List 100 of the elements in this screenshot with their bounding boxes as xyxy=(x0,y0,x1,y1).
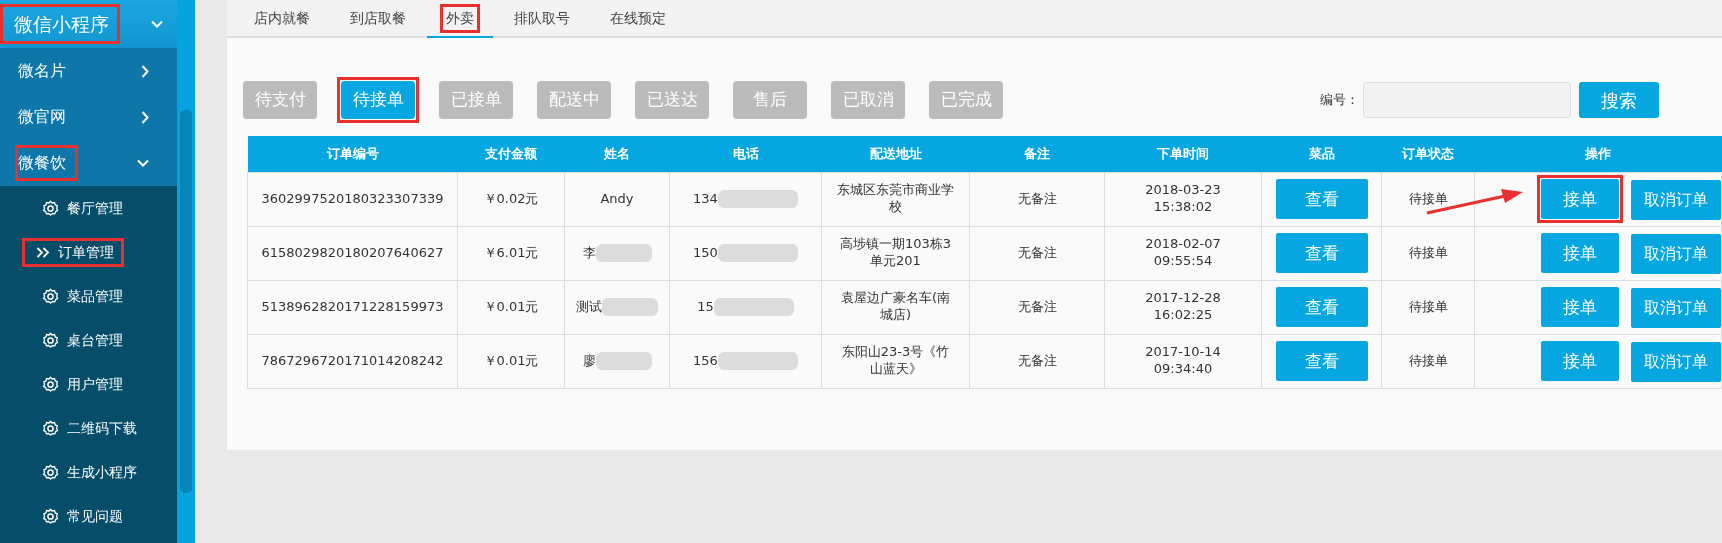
highlight-frame: 微信小程序 xyxy=(0,3,120,45)
status-filter-button[interactable]: 配送中 xyxy=(537,81,611,119)
table-cell: ￥0.02元 xyxy=(457,172,565,226)
table-cell: 东阳山23-3号《竹山蓝天》 xyxy=(821,334,970,388)
status-filter-button[interactable]: 待接单 xyxy=(341,81,415,119)
sidebar-item[interactable]: 微名片 xyxy=(0,48,178,94)
redaction-block xyxy=(602,298,658,316)
tab[interactable]: 排队取号 xyxy=(495,0,589,36)
double-chevron-icon xyxy=(36,246,50,258)
submenu-item[interactable]: 餐厅管理 xyxy=(0,186,178,230)
sidebar-item[interactable]: 微官网 xyxy=(0,94,178,140)
tab[interactable]: 在线预定 xyxy=(591,0,685,36)
submenu-item[interactable]: 二维码下载 xyxy=(0,406,178,450)
column-header: 支付金额 xyxy=(457,136,565,172)
table-cell: 李 xyxy=(582,244,596,260)
column-header: 菜品 xyxy=(1261,136,1382,172)
cancel-order-button[interactable]: 取消订单 xyxy=(1631,288,1721,329)
status-filter-button[interactable]: 售后 xyxy=(733,81,807,119)
column-header: 订单编号 xyxy=(247,136,458,172)
submenu-item[interactable]: 订单管理 xyxy=(0,230,178,274)
view-button[interactable]: 查看 xyxy=(1275,233,1368,273)
table-cell: 无备注 xyxy=(969,172,1105,226)
table-cell: 15 xyxy=(697,298,714,314)
table-cell: 150 xyxy=(693,244,718,260)
chevron-down-icon xyxy=(151,20,164,28)
cancel-order-button[interactable]: 取消订单 xyxy=(1631,342,1721,383)
view-button[interactable]: 查看 xyxy=(1275,179,1368,219)
table-cell: 待接单 xyxy=(1381,280,1475,334)
sidebar-item[interactable]: 微餐饮 xyxy=(0,140,178,186)
accept-order-button[interactable]: 接单 xyxy=(1541,233,1619,273)
accept-order-button[interactable]: 接单 xyxy=(1541,341,1619,381)
table-cell: 5138962820171228159973 xyxy=(247,280,458,334)
cancel-order-button[interactable]: 取消订单 xyxy=(1631,234,1721,275)
table-cell-text: 09:55:54 xyxy=(1152,253,1214,270)
status-filter-button[interactable]: 已完成 xyxy=(929,81,1003,119)
table-cell: ￥0.01元 xyxy=(457,280,565,334)
table-cell: ￥6.01元 xyxy=(457,226,565,280)
gear-icon xyxy=(42,507,59,525)
table-cell-text: 09:34:40 xyxy=(1152,361,1214,378)
column-header: 姓名 xyxy=(564,136,670,172)
table-cell: 袁屋边广豪名车(南城店) xyxy=(821,280,970,334)
table-cell: 6158029820180207640627 xyxy=(247,226,458,280)
table-cell: 3602997520180323307339 xyxy=(247,172,458,226)
redaction-block xyxy=(595,352,652,370)
column-header: 备注 xyxy=(969,136,1105,172)
table-cell: 待接单 xyxy=(1381,226,1475,280)
scrollbar-thumb[interactable] xyxy=(180,110,192,493)
column-header: 下单时间 xyxy=(1104,136,1262,172)
gear-icon xyxy=(42,463,59,481)
table-cell: 东城区东莞市商业学校 xyxy=(821,172,970,226)
column-header: 电话 xyxy=(669,136,822,172)
highlight-frame: 订单管理 xyxy=(22,237,124,267)
search-button[interactable]: 搜索 xyxy=(1579,82,1659,118)
status-filter-button[interactable]: 待支付 xyxy=(243,81,317,119)
chevron-right-icon xyxy=(141,64,150,78)
view-button[interactable]: 查看 xyxy=(1275,287,1368,327)
table-cell: 待接单 xyxy=(1381,172,1475,226)
table-cell-text: 15:38:02 xyxy=(1152,199,1214,216)
table-cell: 134 xyxy=(693,190,718,206)
tab[interactable]: 外卖 xyxy=(427,0,493,38)
column-header: 订单状态 xyxy=(1381,136,1475,172)
table-cell: 待接单 xyxy=(1381,334,1475,388)
redaction-block xyxy=(595,244,652,262)
table-cell: 7867296720171014208242 xyxy=(247,334,458,388)
gear-icon xyxy=(42,199,59,217)
search-field[interactable] xyxy=(1363,82,1571,118)
highlight-frame: 外卖 xyxy=(440,3,480,33)
submenu-item[interactable]: 菜品管理 xyxy=(0,274,178,318)
tab[interactable]: 到店取餐 xyxy=(331,0,425,36)
chevron-right-icon xyxy=(141,110,150,124)
status-filter-button[interactable]: 已取消 xyxy=(831,81,905,119)
table-cell-text: 2017-12-28 xyxy=(1144,290,1222,307)
submenu-item[interactable]: 生成小程序 xyxy=(0,450,178,494)
cancel-order-button[interactable]: 取消订单 xyxy=(1631,180,1721,221)
table-cell: 无备注 xyxy=(969,226,1105,280)
table-cell: 156 xyxy=(693,352,718,368)
table-cell: Andy xyxy=(600,190,634,206)
tab[interactable]: 店内就餐 xyxy=(235,0,329,36)
view-button[interactable]: 查看 xyxy=(1275,341,1368,381)
status-filter-button[interactable]: 已接单 xyxy=(439,81,513,119)
submenu-item[interactable]: 用户管理 xyxy=(0,362,178,406)
table-cell-text: 2018-03-23 xyxy=(1144,182,1222,199)
table-cell-text: 16:02:25 xyxy=(1152,307,1214,324)
accept-order-button[interactable]: 接单 xyxy=(1541,179,1619,219)
search-label: 编号： xyxy=(1320,91,1359,110)
table-cell-text: 2017-10-14 xyxy=(1144,344,1222,361)
status-filter-button[interactable]: 已送达 xyxy=(635,81,709,119)
submenu-item[interactable]: 桌台管理 xyxy=(0,318,178,362)
column-header: 操作 xyxy=(1474,136,1722,172)
submenu-item[interactable]: 常见问题 xyxy=(0,494,178,538)
column-header: 配送地址 xyxy=(821,136,970,172)
table-cell: 高埗镇一期103栋3单元201 xyxy=(821,226,970,280)
gear-icon xyxy=(42,375,59,393)
accept-order-button[interactable]: 接单 xyxy=(1541,287,1619,327)
gear-icon xyxy=(42,331,59,349)
table-cell: 廖 xyxy=(582,352,596,368)
table-cell: 无备注 xyxy=(969,280,1105,334)
sidebar-header[interactable]: 微信小程序 xyxy=(0,0,178,48)
table-cell: 无备注 xyxy=(969,334,1105,388)
gear-icon xyxy=(42,419,59,437)
